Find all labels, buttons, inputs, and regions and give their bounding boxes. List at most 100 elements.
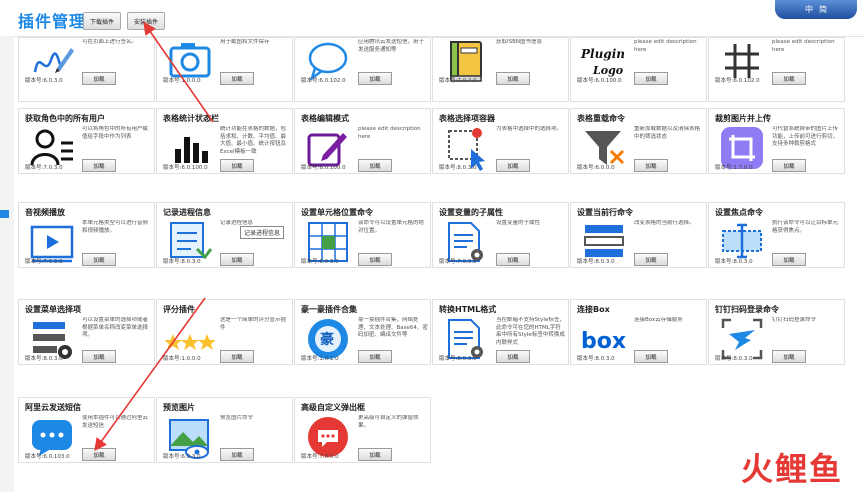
plugin-title: 表格选择项容器: [439, 114, 495, 123]
load-button[interactable]: 加载: [772, 350, 806, 363]
plugin-card[interactable]: 连接Box box 连接Box云存储服务 版本号:8.0.3.0 加载: [570, 299, 707, 365]
plugin-title: 阿里云发送短信: [25, 403, 81, 412]
left-sidebar-strip: [0, 36, 14, 492]
load-button[interactable]: 加载: [496, 159, 530, 172]
plugin-version: 版本号:8.0.3.0: [25, 356, 63, 362]
plugin-card[interactable]: 获取ISBN图书信息 版本号:7.0.4.0 加载: [432, 37, 569, 102]
plugin-card[interactable]: 设置菜单选择项 可以设置菜单的选择项或者根据菜单名称改变菜单选择项。 版本号:8.0…: [18, 299, 155, 365]
plugin-card[interactable]: 设置单元格位置命令 该命令可以设置单元格的绝对位置。 版本号:6.0.3.0 加载: [294, 202, 431, 268]
load-button[interactable]: 加载: [220, 159, 254, 172]
svg-text:box: box: [581, 329, 626, 354]
plugin-title: 评分插件: [163, 305, 195, 314]
load-button[interactable]: 加载: [772, 72, 806, 85]
plugin-title: 记录进程信息: [163, 208, 211, 217]
load-button[interactable]: 加载: [496, 253, 530, 266]
plugin-title: 获取角色中的所有用户: [25, 114, 105, 123]
load-button[interactable]: 加载: [220, 72, 254, 85]
plugin-version: 版本号:6.0.3.0: [25, 78, 63, 84]
plugin-title: 音视频播放: [25, 208, 65, 217]
plugin-title: 钉钉扫码登录命令: [715, 305, 779, 314]
plugin-card[interactable]: Plugin Logo please edit description here 版本…: [570, 37, 707, 102]
plugin-card[interactable]: 音视频播放 本单元格类型可以进行音频和视频播放。 版本号:7.0.3.0 加载: [18, 202, 155, 268]
language-badge[interactable]: 中 简: [775, 0, 857, 19]
plugin-version: 版本号:7.0.4.0: [439, 78, 477, 84]
plugin-title: 转换HTML格式: [439, 305, 497, 314]
load-button[interactable]: 加载: [358, 72, 392, 85]
load-button[interactable]: 加载: [82, 72, 116, 85]
watermark-logo: 火鲤鱼: [740, 450, 843, 488]
plugin-card[interactable]: 应用腾讯云发送短信，用于发送服务通知等 版本号:6.0.102.0 加载: [294, 37, 431, 102]
plugin-card[interactable]: 设置当前行命令 改变表格的当前行选择。 版本号:8.0.3.0 加载: [570, 202, 707, 268]
plugin-card[interactable]: 豪一豪插件合集豪豪一豪插件合集，网络处理、文本处理、Base64、密码加密、编译…: [294, 299, 431, 365]
load-button[interactable]: 加载: [772, 253, 806, 266]
load-button[interactable]: 加载: [772, 159, 806, 172]
load-button[interactable]: 加载: [82, 350, 116, 363]
plugin-version: 版本号:7.0.0.0: [301, 454, 339, 460]
plugin-title: 预览图片: [163, 403, 195, 412]
plugin-title: 设置菜单选择项: [25, 305, 81, 314]
load-button[interactable]: 加载: [358, 448, 392, 461]
plugin-card[interactable]: 设置变量的子属性 设置变量的子属性 版本号:7.0.0.0 加载: [432, 202, 569, 268]
plugin-title: 表格统计状态栏: [163, 114, 219, 123]
load-button[interactable]: 加载: [220, 448, 254, 461]
load-button[interactable]: 加载: [496, 72, 530, 85]
plugin-version: 版本号:8.0.3.0: [439, 356, 477, 362]
lang-chinese: 中: [805, 5, 813, 14]
plugin-version: 版本号:6.0.3.0: [163, 454, 201, 460]
load-button[interactable]: 加载: [634, 159, 668, 172]
plugin-version: 版本号:1.7.0.0: [715, 165, 753, 171]
plugin-card[interactable]: 裁剪图片并上传 可代替系统自带的图片上传功能，上传前可进行剪切，支持多种裁剪格式版…: [708, 108, 845, 174]
plugin-card[interactable]: 用于截图和文件保存 版本号:1.0.0.0 加载: [156, 37, 293, 102]
load-button[interactable]: 加载: [634, 72, 668, 85]
plugin-version: 版本号:8.0.3.0: [439, 165, 477, 171]
load-button[interactable]: 加载: [358, 159, 392, 172]
load-button[interactable]: 加载: [358, 253, 392, 266]
plugin-version: 版本号:6.0.0.0: [577, 165, 615, 171]
plugin-card[interactable]: 表格重载命令 重新加载数据以及清除表格中的筛选状态 版本号:6.0.0.0 加载: [570, 108, 707, 174]
install-plugin-button[interactable]: 安装插件: [127, 12, 165, 30]
plugin-card[interactable]: 转换HTML格式 当在邮箱不支持Style标签，此命令可在您的HTML字符串中所有…: [432, 299, 569, 365]
plugin-title: 裁剪图片并上传: [715, 114, 771, 123]
download-plugin-button[interactable]: 下载插件: [83, 12, 121, 30]
plugin-card[interactable]: 评分插件 这是一个简单的评分显示插件 版本号:1.0.0.0 加载: [156, 299, 293, 365]
load-button[interactable]: 加载: [634, 350, 668, 363]
plugin-title: 设置当前行命令: [577, 208, 633, 217]
load-button[interactable]: 加载: [82, 253, 116, 266]
svg-text:Plugin: Plugin: [580, 47, 625, 61]
plugin-card[interactable]: 高级自定义弹出框 更高级可自定义的弹窗效果。 版本号:7.0.0.0 加载: [294, 397, 431, 463]
load-button[interactable]: 加载: [358, 350, 392, 363]
lang-simplified: 简: [819, 5, 827, 14]
plugin-version: 版本号:6.0.3.0: [301, 259, 339, 265]
load-button[interactable]: 加载: [496, 350, 530, 363]
plugin-version: 版本号:6.0.103.0: [25, 454, 70, 460]
plugin-version: 版本号:1.0.0.0: [163, 78, 201, 84]
plugin-card[interactable]: 阿里云发送短信 使用本插件可以通过阿里云发送短信 版本号:6.0.103.0 加载: [18, 397, 155, 463]
plugin-title: 高级自定义弹出框: [301, 403, 365, 412]
plugin-version: 版本号:6.0.100.0: [577, 78, 622, 84]
load-button[interactable]: 加载: [82, 159, 116, 172]
load-button[interactable]: 加载: [82, 448, 116, 461]
load-button[interactable]: 加载: [220, 253, 254, 266]
plugin-card[interactable]: 获取角色中的所有用户 可以将角色中的所有用户赋值给字段中作为列表 版本号:7.0.3…: [18, 108, 155, 174]
plugin-title: 豪一豪插件合集: [301, 305, 357, 314]
plugin-title: 表格重载命令: [577, 114, 625, 123]
plugin-card[interactable]: 预览图片 预览图片命令 版本号:6.0.3.0 加载: [156, 397, 293, 463]
plugin-card[interactable]: 钉钉扫码登录命令 钉钉扫码登录命令 版本号:8.0.3.0 加载: [708, 299, 845, 365]
plugin-title: 设置变量的子属性: [439, 208, 503, 217]
header-bar: 插件管理 下载插件 安装插件 中 简: [0, 0, 865, 37]
plugin-version: 版本号:7.0.3.0: [25, 259, 63, 265]
plugin-version: 版本号:6.0.102.0: [715, 78, 760, 84]
plugin-card[interactable]: 表格编辑模式 please edit description here 版本号:6.…: [294, 108, 431, 174]
plugin-title: 连接Box: [577, 305, 610, 314]
plugin-card[interactable]: please edit description here 版本号:6.0.102.…: [708, 37, 845, 102]
plugin-card[interactable]: 表格选择项容器 为表格中选择中的选择项。 版本号:8.0.3.0 加载: [432, 108, 569, 174]
plugin-version: 版本号:8.0.3.0: [715, 356, 753, 362]
plugin-card[interactable]: 可在页面上进行签名。 版本号:6.0.3.0 加载: [18, 37, 155, 102]
load-button[interactable]: 加载: [220, 350, 254, 363]
plugin-card[interactable]: 设置焦点命令 执行该命令可以让目标单元格获得焦点。 版本号:8.0.3.0 加载: [708, 202, 845, 268]
plugin-version: 版本号:8.0.3.0: [163, 259, 201, 265]
plugin-title: 设置焦点命令: [715, 208, 763, 217]
plugin-title: 设置单元格位置命令: [301, 208, 373, 217]
load-button[interactable]: 加载: [634, 253, 668, 266]
plugin-card[interactable]: 表格统计状态栏 统计功能在表格的数据，包括求和、计数、平均值、最大值、最小值、统计…: [156, 108, 293, 174]
